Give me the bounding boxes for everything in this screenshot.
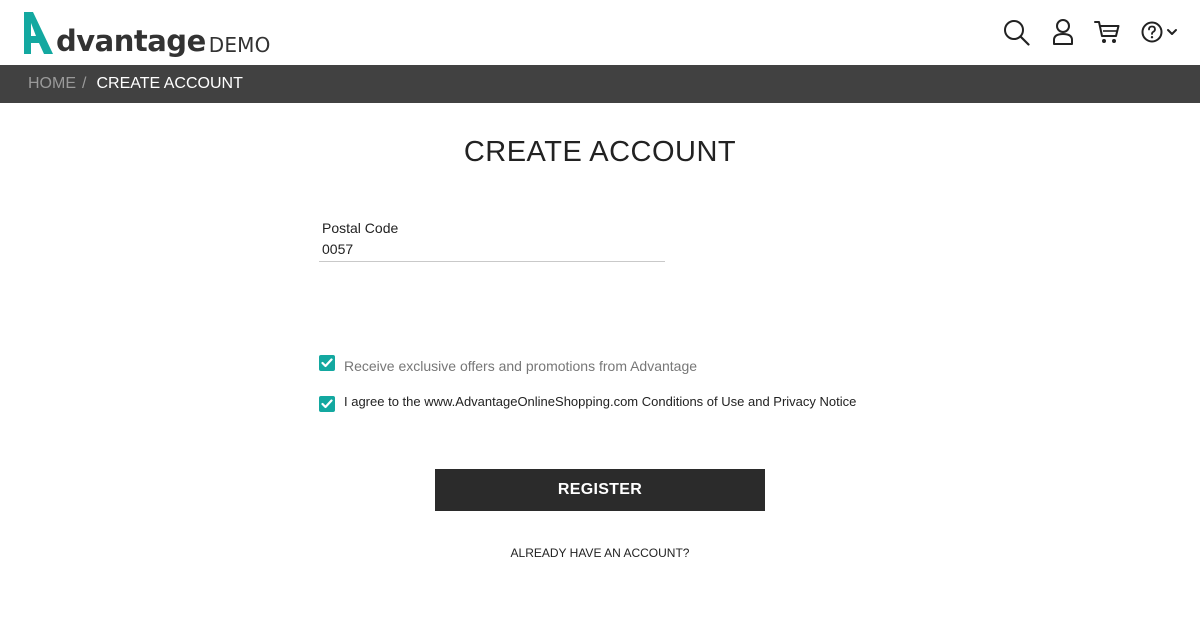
agree-checkbox-label: I agree to the www.AdvantageOnlineShoppi…	[344, 393, 856, 411]
cart-button[interactable]	[1094, 19, 1120, 45]
help-menu-button[interactable]	[1141, 21, 1178, 43]
postal-code-field: Postal Code	[319, 220, 665, 262]
checkmark-icon	[321, 399, 333, 409]
cart-icon	[1094, 21, 1120, 43]
conditions-of-use-link[interactable]: Conditions of Use	[642, 394, 745, 409]
agree-checkbox[interactable]	[319, 396, 335, 412]
help-icon	[1141, 21, 1163, 43]
offers-checkbox-label: Receive exclusive offers and promotions …	[344, 358, 698, 374]
privacy-notice-link[interactable]: Privacy Notice	[773, 394, 856, 409]
offers-checkbox[interactable]	[319, 355, 335, 371]
already-have-account-link[interactable]: ALREADY HAVE AN ACCOUNT?	[0, 546, 1200, 560]
agree-checkbox-row: I agree to the www.AdvantageOnlineShoppi…	[319, 393, 856, 412]
breadcrumb-separator: /	[82, 75, 87, 92]
postal-code-label: Postal Code	[322, 220, 399, 236]
breadcrumb: HOME / CREATE ACCOUNT	[0, 65, 1200, 103]
header-nav-icons	[1003, 18, 1178, 46]
user-icon	[1053, 19, 1073, 45]
page-title: CREATE ACCOUNT	[463, 136, 737, 168]
user-menu-button[interactable]	[1052, 18, 1074, 46]
postal-code-input[interactable]	[319, 240, 665, 262]
register-button[interactable]: REGISTER	[435, 469, 765, 511]
breadcrumb-home-link[interactable]: HOME	[28, 75, 76, 93]
search-button[interactable]	[1003, 19, 1030, 46]
chevron-down-icon	[1167, 29, 1177, 35]
logo-a-icon	[24, 12, 53, 54]
agree-prefix-text: I agree to the www.AdvantageOnlineShoppi…	[344, 394, 642, 409]
checkmark-icon	[321, 358, 333, 368]
logo-wordmark: dvantage	[56, 24, 206, 58]
offers-checkbox-row: Receive exclusive offers and promotions …	[319, 355, 697, 375]
advantage-logo[interactable]: dvantage DEMO	[22, 10, 271, 56]
logo-demo-label: DEMO	[208, 33, 271, 57]
agree-and-text: and	[744, 394, 774, 409]
search-icon	[1004, 19, 1030, 46]
top-header: dvantage DEMO	[0, 0, 1200, 65]
breadcrumb-current: CREATE ACCOUNT	[96, 75, 243, 92]
